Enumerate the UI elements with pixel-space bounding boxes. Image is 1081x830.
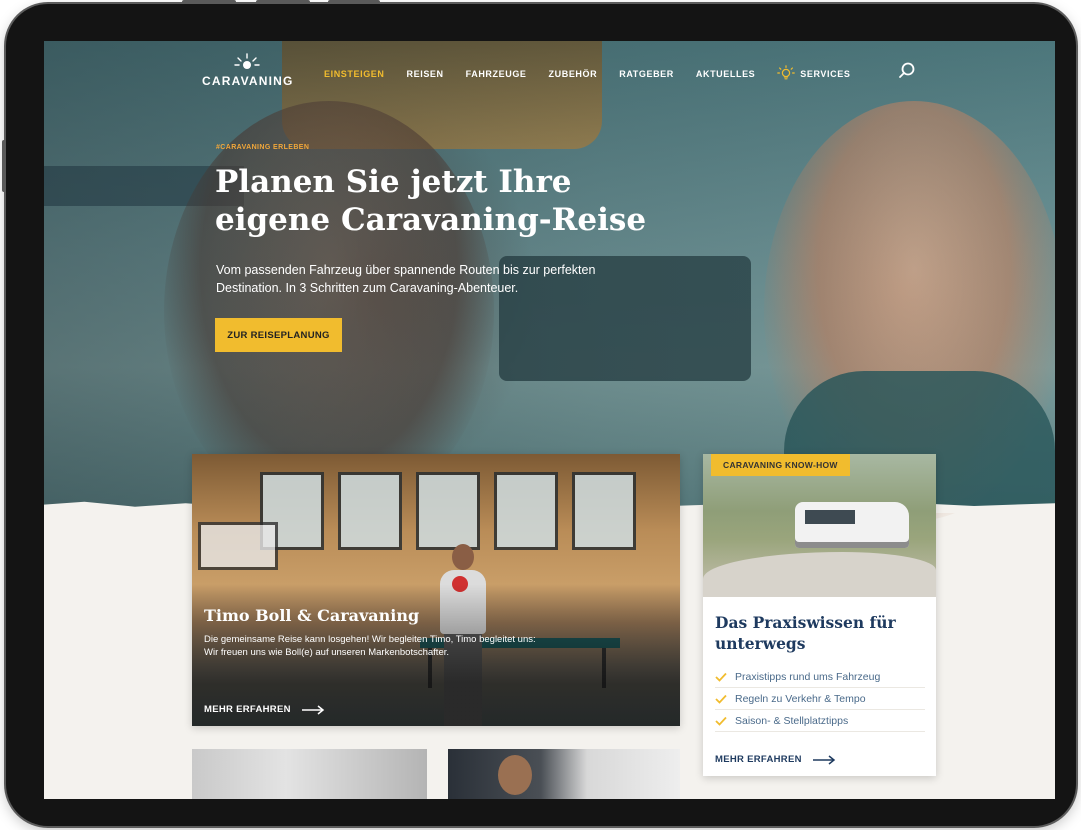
nav-item-services[interactable]: SERVICES bbox=[777, 65, 850, 83]
nav-item-aktuelles[interactable]: AKTUELLES bbox=[696, 65, 755, 83]
know-how-list: Praxistipps rund ums Fahrzeug Regeln zu … bbox=[715, 666, 925, 732]
nav-item-reisen[interactable]: REISEN bbox=[407, 65, 444, 83]
featured-card-timo-boll[interactable]: Timo Boll & Caravaning Die gemeinsame Re… bbox=[192, 454, 680, 726]
know-how-title: Das Praxiswissen für unterwegs bbox=[715, 613, 896, 653]
hero-subtitle: Vom passenden Fahrzeug über spannende Ro… bbox=[216, 263, 596, 295]
card-image-hoop bbox=[198, 522, 278, 570]
lightbulb-icon bbox=[777, 65, 796, 80]
list-item-label: Praxistipps rund ums Fahrzeug bbox=[735, 670, 881, 683]
tablet-hardware-button bbox=[256, 0, 310, 4]
list-item-label: Saison- & Stellplatztipps bbox=[735, 714, 849, 727]
teaser-card-2-image bbox=[498, 755, 532, 795]
featured-card-title: Timo Boll & Caravaning bbox=[204, 606, 420, 625]
hero-section: #CARAVANING ERLEBEN Planen Sie jetzt Ihr… bbox=[44, 41, 1055, 521]
card-image-rock bbox=[703, 552, 936, 597]
featured-more-label: MEHR ERFAHREN bbox=[204, 704, 291, 715]
know-how-more-label: MEHR ERFAHREN bbox=[715, 754, 802, 765]
browser-viewport: #CARAVANING ERLEBEN Planen Sie jetzt Ihr… bbox=[44, 41, 1055, 799]
list-item-label: Regeln zu Verkehr & Tempo bbox=[735, 692, 866, 705]
know-how-card[interactable]: CARAVANING KNOW-HOW Das Praxiswissen für… bbox=[703, 454, 936, 776]
tablet-hardware-button bbox=[2, 140, 6, 192]
nav-item-einsteigen[interactable]: EINSTEIGEN bbox=[324, 65, 385, 83]
check-icon bbox=[715, 694, 727, 704]
list-item: Praxistipps rund ums Fahrzeug bbox=[715, 666, 925, 688]
card-image-van bbox=[795, 502, 909, 548]
featured-card-text: Die gemeinsame Reise kann losgehen! Wir … bbox=[204, 634, 536, 658]
nav-item-fahrzeuge[interactable]: FAHRZEUGE bbox=[466, 65, 527, 83]
arrow-right-icon bbox=[812, 754, 835, 765]
trip-planning-button[interactable]: ZUR REISEPLANUNG bbox=[215, 318, 342, 352]
tablet-frame: #CARAVANING ERLEBEN Planen Sie jetzt Ihr… bbox=[6, 4, 1076, 826]
nav-item-services-label: SERVICES bbox=[800, 69, 851, 79]
nav-item-ratgeber[interactable]: RATGEBER bbox=[619, 65, 674, 83]
know-how-badge: CARAVANING KNOW-HOW bbox=[711, 454, 850, 476]
list-item: Saison- & Stellplatztipps bbox=[715, 710, 925, 732]
main-navigation: CARAVANING EINSTEIGEN REISEN FAHRZEUGE Z… bbox=[44, 41, 1055, 101]
nav-menu: EINSTEIGEN REISEN FAHRZEUGE ZUBEHÖR RATG… bbox=[324, 65, 850, 83]
hero-tag: #CARAVANING ERLEBEN bbox=[216, 144, 310, 151]
hero-title: Planen Sie jetzt Ihre eigene Caravaning-… bbox=[215, 164, 647, 238]
featured-more-link[interactable]: MEHR ERFAHREN bbox=[204, 704, 325, 715]
teaser-card-2[interactable] bbox=[448, 749, 680, 799]
arrow-right-icon bbox=[301, 704, 324, 715]
know-how-more-link[interactable]: MEHR ERFAHREN bbox=[715, 754, 836, 765]
tablet-hardware-button bbox=[328, 0, 380, 4]
search-icon[interactable] bbox=[896, 60, 918, 82]
list-item: Regeln zu Verkehr & Tempo bbox=[715, 688, 925, 710]
nav-item-zubehoer[interactable]: ZUBEHÖR bbox=[549, 65, 598, 83]
sun-icon bbox=[234, 53, 260, 69]
teaser-card-1[interactable] bbox=[192, 749, 427, 799]
check-icon bbox=[715, 672, 727, 682]
logo[interactable]: CARAVANING bbox=[202, 53, 292, 93]
check-icon bbox=[715, 716, 727, 726]
logo-text: CARAVANING bbox=[202, 74, 294, 88]
tablet-hardware-button bbox=[182, 0, 236, 4]
